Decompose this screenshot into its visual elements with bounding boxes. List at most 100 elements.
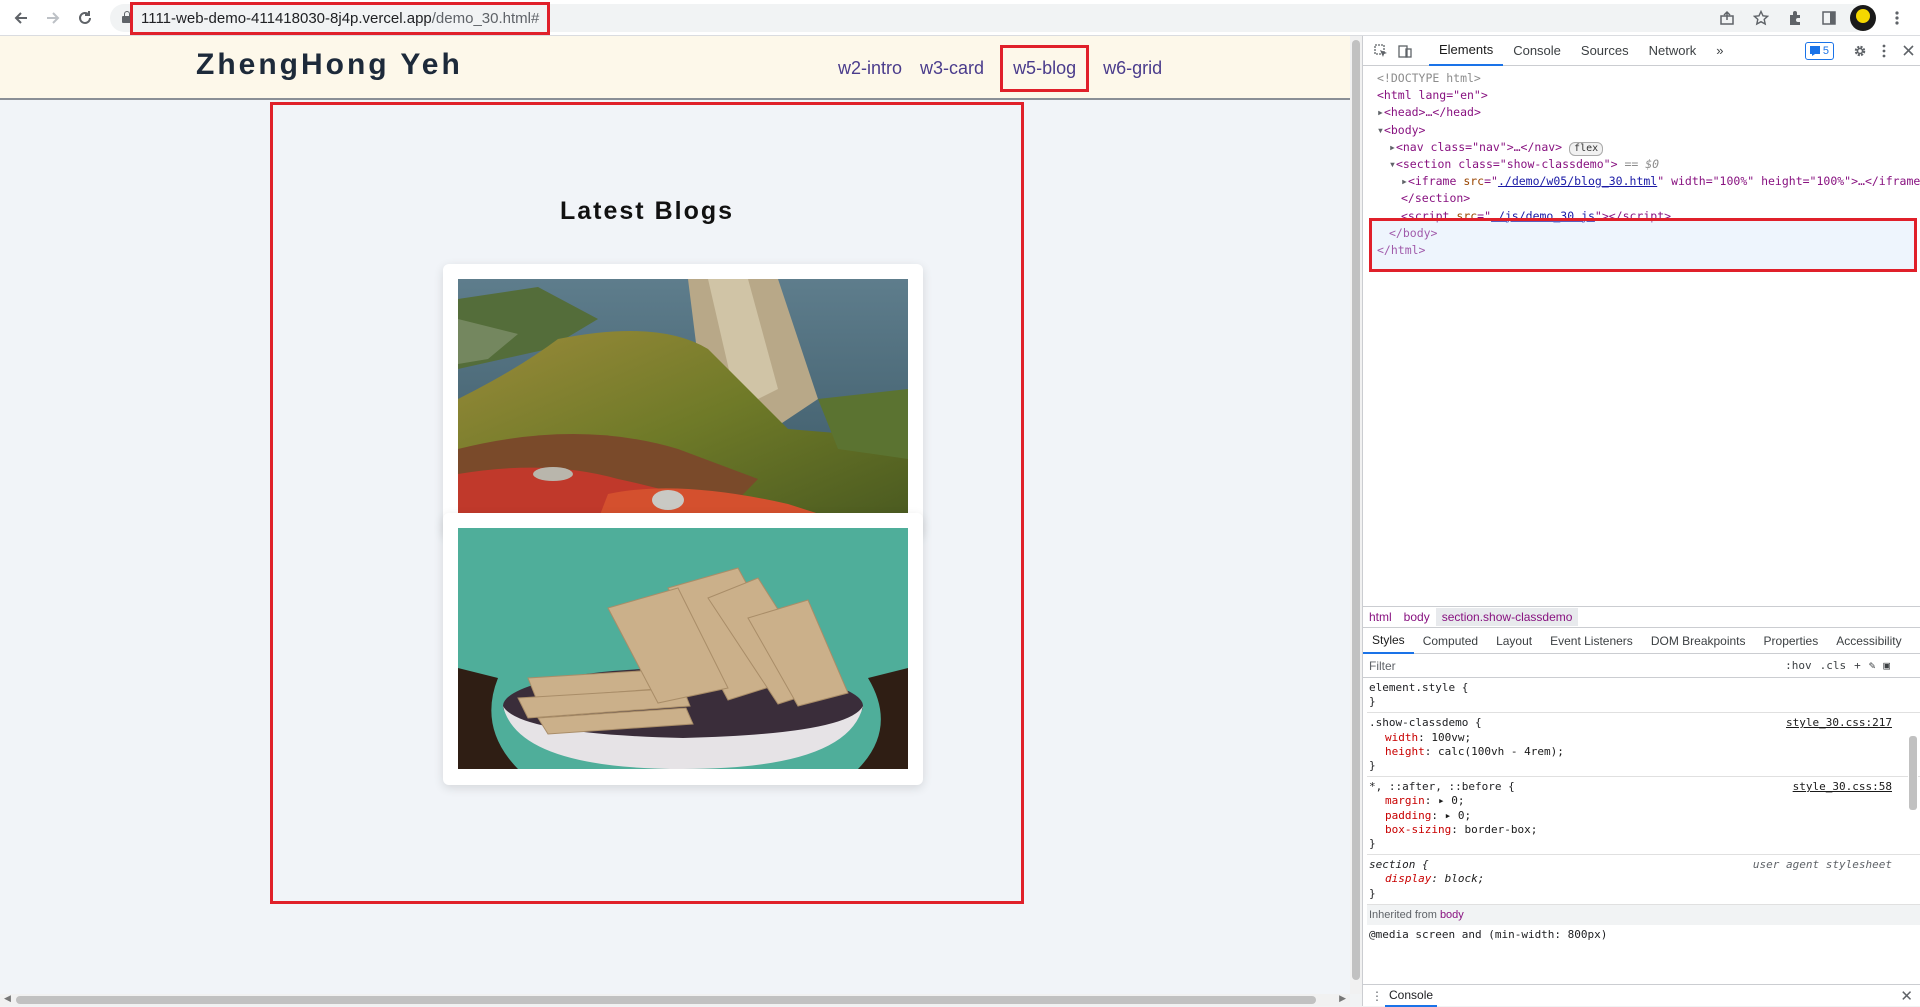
tab-elements[interactable]: Elements	[1429, 36, 1504, 66]
dom-nav[interactable]: ▸<nav class="nav">…</nav> flex	[1363, 139, 1920, 156]
css-property[interactable]: width: 100vw;	[1369, 731, 1920, 745]
blog-card-mountain[interactable]	[443, 264, 923, 536]
url-text[interactable]: 1111-web-demo-411418030-8j4p.vercel.app /…	[130, 2, 551, 35]
close-drawer-icon[interactable]: ✕	[1900, 987, 1913, 1005]
extensions-icon[interactable]	[1780, 3, 1810, 33]
tab-sources[interactable]: Sources	[1571, 36, 1639, 66]
issues-count: 5	[1822, 44, 1829, 57]
dom-section-open[interactable]: ▾<section class="show-classdemo"> == $0	[1363, 156, 1920, 173]
blog-card-crispbread[interactable]	[443, 513, 923, 785]
css-property: display: block;	[1385, 872, 1485, 886]
expand-triangle-icon[interactable]: ▸	[1377, 105, 1384, 119]
subtab-accessibility[interactable]: Accessibility	[1827, 628, 1910, 654]
nav-link-w2-intro[interactable]: w2-intro	[838, 58, 902, 79]
hov-toggle[interactable]: :hov	[1785, 659, 1812, 672]
subtab-layout[interactable]: Layout	[1487, 628, 1541, 654]
mountain-photo	[458, 279, 908, 520]
media-query: @media screen and (min-width: 800px)	[1369, 928, 1608, 942]
rule-universal[interactable]: *, ::after, ::before { style_30.css:58 m…	[1367, 777, 1920, 856]
subtab-properties[interactable]: Properties	[1755, 628, 1828, 654]
inspect-element-icon[interactable]	[1369, 39, 1393, 63]
rule-source-ua: user agent stylesheet	[1752, 858, 1892, 872]
rule-close: }	[1369, 759, 1376, 773]
share-icon[interactable]	[1712, 3, 1742, 33]
rule-source-link[interactable]: style_30.css:217	[1786, 716, 1892, 730]
nav-link-w3-card[interactable]: w3-card	[920, 58, 984, 79]
inherited-header: Inherited from body	[1367, 904, 1920, 926]
bookmark-star-icon[interactable]	[1746, 3, 1776, 33]
inherited-from-link[interactable]: body	[1440, 909, 1464, 921]
css-property[interactable]: padding: ▸ 0;	[1369, 809, 1920, 823]
breadcrumb-body[interactable]: body	[1398, 610, 1436, 624]
inherited-label: Inherited from	[1369, 908, 1437, 921]
nav-link-w6-grid[interactable]: w6-grid	[1103, 58, 1162, 79]
css-property[interactable]: height: calc(100vh - 4rem);	[1369, 745, 1920, 759]
side-panel-icon[interactable]	[1814, 3, 1844, 33]
page-horizontal-scrollbar[interactable]: ◀ ▶	[0, 994, 1350, 1006]
subtab-computed[interactable]: Computed	[1414, 628, 1487, 654]
tab-network[interactable]: Network	[1639, 36, 1707, 66]
nav-links: w2-intro w3-card w5-blog w6-grid	[838, 36, 1180, 100]
dom-doctype[interactable]: <!DOCTYPE html>	[1363, 70, 1920, 87]
styles-scrollbar[interactable]	[1908, 722, 1918, 834]
subtab-styles[interactable]: Styles	[1363, 628, 1414, 654]
drawer-menu-icon[interactable]: ⋮	[1371, 989, 1383, 1003]
profile-avatar[interactable]	[1848, 3, 1878, 33]
site-title: ZhengHong Yeh	[196, 48, 463, 81]
reload-button[interactable]	[70, 3, 100, 33]
avatar	[1850, 5, 1876, 31]
dom-section-close[interactable]: </section>	[1363, 190, 1920, 207]
device-toolbar-icon[interactable]	[1393, 39, 1417, 63]
dom-tree: <!DOCTYPE html> <html lang="en"> ▸<head>…	[1363, 66, 1920, 606]
rule-element-style[interactable]: element.style { }	[1367, 678, 1920, 714]
console-drawer-tab[interactable]: Console	[1385, 985, 1438, 1007]
rule-section-ua[interactable]: section { user agent stylesheet display:…	[1367, 855, 1920, 905]
forward-button[interactable]	[38, 3, 68, 33]
kebab-menu-icon[interactable]	[1882, 3, 1912, 33]
rule-show-classdemo[interactable]: .show-classdemo { style_30.css:217 width…	[1367, 713, 1920, 778]
toggle-sidebar-icon[interactable]: ▣	[1883, 659, 1890, 672]
dom-html-open[interactable]: <html lang="en">	[1363, 87, 1920, 104]
cls-toggle[interactable]: .cls	[1820, 659, 1847, 672]
css-property[interactable]: box-sizing: border-box;	[1369, 823, 1920, 837]
blog-iframe-section: Latest Blogs	[270, 102, 1024, 904]
new-rule-button[interactable]: +	[1854, 659, 1861, 672]
flex-badge[interactable]: flex	[1569, 141, 1604, 156]
selected-marker: == $0	[1624, 157, 1660, 172]
scroll-right-icon[interactable]: ▶	[1339, 994, 1346, 1004]
rule-selector: element.style {	[1369, 681, 1469, 694]
tab-console[interactable]: Console	[1503, 36, 1571, 66]
dom-iframe[interactable]: ▸<iframe src="./demo/w05/blog_30.html" w…	[1363, 173, 1920, 190]
issues-badge[interactable]: 5	[1804, 41, 1834, 60]
settings-gear-icon[interactable]	[1848, 39, 1872, 63]
blog-heading: Latest Blogs	[559, 197, 735, 225]
message-icon	[1809, 45, 1820, 56]
reload-icon	[79, 11, 91, 24]
collapse-triangle-icon[interactable]: ▾	[1377, 123, 1384, 137]
crispbread-photo	[458, 528, 908, 769]
dom-head[interactable]: ▸<head>…</head>	[1363, 104, 1920, 121]
subtab-dom-breakpoints[interactable]: DOM Breakpoints	[1642, 628, 1755, 654]
close-devtools-icon[interactable]	[1896, 39, 1920, 63]
back-button[interactable]	[6, 3, 36, 33]
rule-source-link[interactable]: style_30.css:58	[1793, 780, 1892, 794]
breadcrumb-section[interactable]: section.show-classdemo	[1435, 608, 1579, 626]
subtab-event-listeners[interactable]: Event Listeners	[1541, 628, 1642, 654]
collapse-triangle-icon[interactable]: ▾	[1389, 157, 1396, 171]
styles-filter-input[interactable]: Filter	[1369, 659, 1396, 673]
devtools-tab-bar: Elements Console Sources Network » 5	[1363, 36, 1920, 66]
scroll-left-icon[interactable]: ◀	[4, 994, 11, 1004]
paint-brush-icon[interactable]: ✎	[1869, 659, 1876, 672]
iframe-src-link[interactable]: ./demo/w05/blog_30.html	[1498, 174, 1657, 188]
dom-body-open[interactable]: ▾<body>	[1363, 122, 1920, 139]
css-property[interactable]: margin: ▸ 0;	[1369, 794, 1920, 808]
console-drawer: ⋮ Console ✕	[1363, 984, 1920, 1007]
page-vertical-scrollbar[interactable]	[1350, 36, 1362, 994]
expand-triangle-icon[interactable]: ▸	[1401, 174, 1408, 188]
devtools-kebab-icon[interactable]	[1872, 39, 1896, 63]
arrow-left-icon	[14, 12, 27, 24]
expand-triangle-icon[interactable]: ▸	[1389, 140, 1396, 154]
more-tabs-button[interactable]: »	[1706, 36, 1733, 66]
nav-link-w5-blog[interactable]: w5-blog	[1000, 44, 1090, 92]
breadcrumb-html[interactable]: html	[1363, 610, 1398, 624]
